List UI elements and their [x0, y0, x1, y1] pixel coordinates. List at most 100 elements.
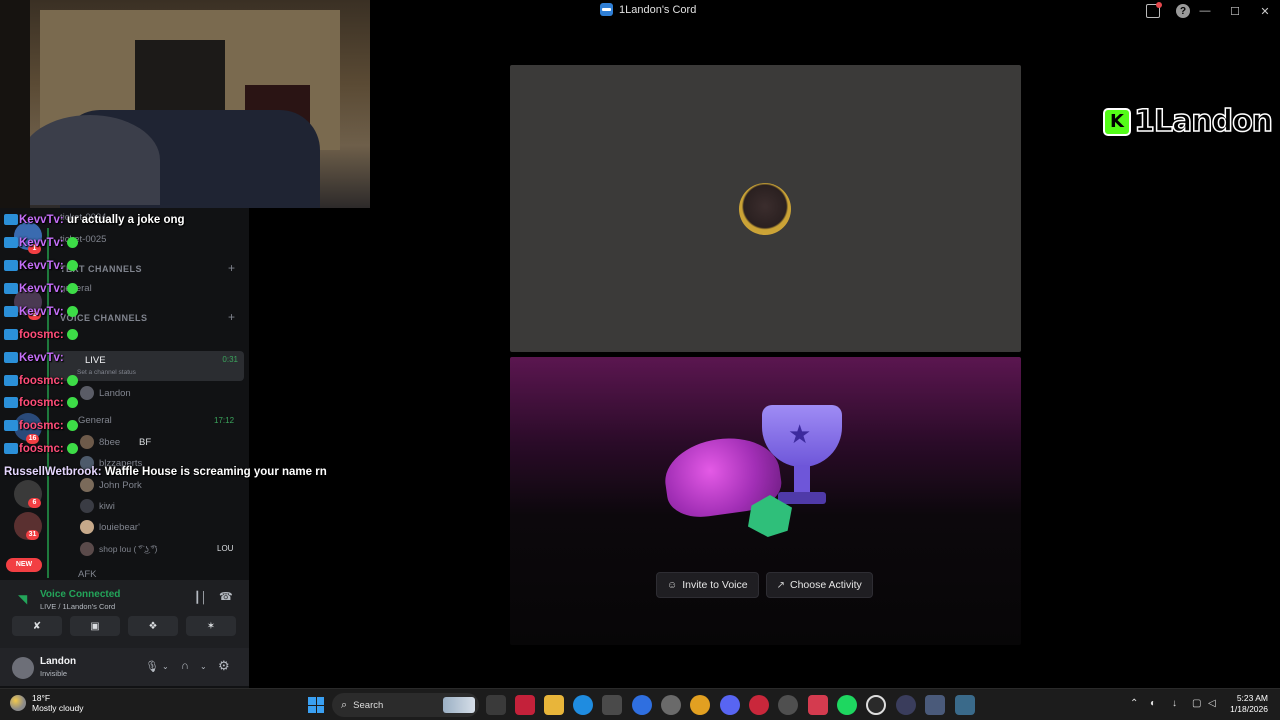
maximize-button[interactable]: ☐ — [1220, 0, 1250, 22]
voice-channel-live[interactable]: LIVE 0:31 Set a channel status — [50, 351, 244, 381]
chat-username: RussellWetbrook: — [4, 466, 102, 478]
chat-message: KevvTv: — [4, 352, 64, 364]
app-icon[interactable] — [896, 695, 916, 715]
gear-icon[interactable]: ⚙ — [218, 658, 230, 674]
voice-channel-name: LIVE — [85, 355, 106, 366]
chat-username: KevvTv: — [19, 214, 64, 226]
chat-badge-icon — [4, 283, 18, 295]
chrome-icon[interactable] — [690, 695, 710, 715]
voice-panel: ◥ Voice Connected LIVE / 1Landon's Cord … — [0, 580, 249, 686]
voice-member[interactable]: Landon — [99, 388, 131, 399]
chat-username: KevvTv: — [19, 237, 64, 249]
discord-icon[interactable] — [720, 695, 740, 715]
volume-icon[interactable]: ◁ — [1208, 698, 1216, 709]
avatar — [80, 435, 94, 449]
chat-message: KevvTv: — [4, 237, 78, 249]
camera-off-button[interactable]: ✘ — [12, 616, 62, 636]
microphone-icon[interactable]: 🎙 — [145, 660, 159, 673]
voice-status-subtitle[interactable]: LIVE / 1Landon's Cord — [40, 602, 115, 611]
chat-message: KevvTv: — [4, 260, 78, 272]
file-explorer-icon[interactable] — [544, 695, 564, 715]
calculator-icon[interactable] — [955, 695, 975, 715]
chat-message: foosmc: — [4, 420, 78, 432]
member-tag: LOU — [217, 544, 234, 553]
voice-actions: ✘ ▣ ❖ ✶ — [12, 616, 236, 636]
chat-emote — [66, 420, 78, 432]
disconnect-icon[interactable]: ☎ — [219, 590, 233, 603]
weather-temperature: 18°F — [32, 693, 51, 703]
member-tag: BF — [139, 437, 152, 448]
recorder-icon[interactable] — [749, 695, 769, 715]
voice-channel-general[interactable]: General — [78, 415, 112, 426]
close-button[interactable]: ✕ — [1250, 0, 1280, 22]
microphone-tray-icon[interactable]: ↓ — [1172, 698, 1177, 709]
chat-text: ur actually a joke ong — [66, 214, 185, 226]
weather-widget[interactable]: 18°F Mostly cloudy — [10, 693, 84, 713]
taskbar: 18°F Mostly cloudy ⌕ Search ⌃ ◐ ↓ ▢ ◁ 5:… — [0, 688, 1280, 720]
voice-participant-tile[interactable] — [510, 65, 1021, 352]
username[interactable]: Landon — [40, 656, 76, 667]
clock-date: 1/18/2026 — [1230, 704, 1268, 714]
voice-member[interactable]: 8bee — [99, 437, 120, 448]
chat-message: KevvTv: — [4, 306, 78, 318]
chat-badge-icon — [4, 352, 18, 364]
voice-member[interactable]: louiebear' — [99, 522, 140, 533]
chat-badge-icon — [4, 260, 18, 272]
choose-activity-button[interactable]: ↗ Choose Activity — [765, 572, 873, 598]
headphones-icon[interactable]: ∩ — [181, 660, 189, 672]
soundboard-button[interactable]: ✶ — [186, 616, 236, 636]
app-icon[interactable] — [808, 695, 828, 715]
voice-status-title[interactable]: Voice Connected — [40, 589, 120, 600]
edge-icon[interactable] — [573, 695, 593, 715]
chat-badge-icon — [4, 306, 18, 318]
chevron-down-icon[interactable]: ⌄ — [200, 662, 207, 671]
activity-panel: ★ ☺ Invite to Voice ↗ Choose Activity — [510, 357, 1021, 645]
kick-logo-icon: K — [1103, 107, 1131, 136]
amd-software-icon[interactable] — [515, 695, 535, 715]
display-icon[interactable]: ▢ — [1192, 698, 1201, 709]
chat-badge-icon — [4, 214, 18, 226]
help-icon[interactable]: ? — [1176, 4, 1190, 18]
app-icon[interactable] — [778, 695, 798, 715]
voice-member[interactable]: shop lou ( ͡° ͜ʖ ͡°) — [99, 544, 157, 554]
chat-username: foosmc: — [19, 420, 64, 432]
channel-status[interactable]: Set a channel status — [77, 369, 136, 376]
activities-button[interactable]: ❖ — [128, 616, 178, 636]
inbox-icon[interactable] — [1146, 2, 1162, 18]
voice-member[interactable]: kiwi — [99, 501, 115, 512]
add-channel-icon[interactable]: + — [228, 261, 235, 275]
invite-to-voice-button[interactable]: ☺ Invite to Voice — [656, 572, 759, 598]
avatar[interactable] — [12, 657, 34, 679]
signal-icon[interactable]: ◥ — [18, 592, 27, 606]
settings-icon[interactable] — [661, 695, 681, 715]
weather-description: Mostly cloudy — [32, 703, 84, 713]
chat-message: foosmc: — [4, 329, 78, 341]
add-channel-icon[interactable]: + — [228, 310, 235, 324]
chat-emote — [66, 237, 78, 249]
windows-start-icon[interactable] — [308, 697, 324, 713]
minimize-button[interactable]: — — [1190, 0, 1220, 22]
chat-emote — [66, 329, 78, 341]
taskbar-search[interactable]: ⌕ Search — [332, 693, 479, 717]
chat-message: foosmc: — [4, 375, 78, 387]
noise-suppression-icon[interactable]: ┃│ — [194, 591, 208, 604]
steam-icon[interactable] — [866, 695, 886, 715]
app-icon[interactable] — [925, 695, 945, 715]
network-icon[interactable]: ◐ — [1150, 698, 1156, 709]
browser-icon[interactable] — [632, 695, 652, 715]
chevron-down-icon[interactable]: ⌄ — [162, 662, 169, 671]
taskbar-clock[interactable]: 5:23 AM 1/18/2026 — [1224, 693, 1268, 715]
microsoft-store-icon[interactable] — [602, 695, 622, 715]
chat-username: KevvTv: — [19, 283, 64, 295]
avatar — [80, 542, 94, 556]
chevron-up-icon[interactable]: ⌃ — [1130, 698, 1138, 709]
voice-member[interactable]: John Pork — [99, 480, 142, 491]
new-unreads-pill[interactable]: NEW — [6, 558, 42, 572]
screen-share-button[interactable]: ▣ — [70, 616, 120, 636]
spotify-icon[interactable] — [837, 695, 857, 715]
task-view-icon[interactable] — [486, 695, 506, 715]
add-user-icon: ☺ — [667, 579, 678, 591]
avatar — [80, 386, 94, 400]
chat-badge-icon — [4, 443, 18, 455]
voice-channel-afk[interactable]: AFK — [78, 569, 96, 580]
